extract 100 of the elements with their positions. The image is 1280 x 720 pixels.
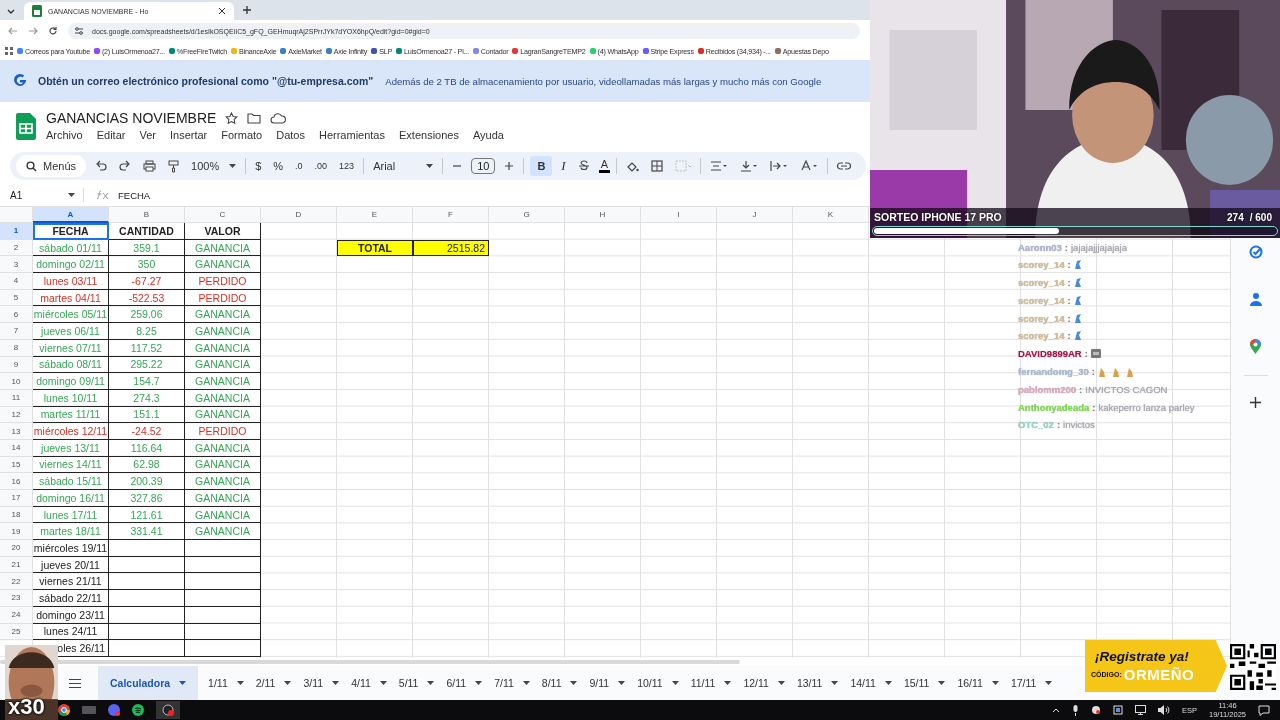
row-header[interactable]: 13: [0, 423, 33, 440]
menu-item[interactable]: Archivo: [40, 128, 89, 142]
sheet-tab[interactable]: 3/11: [297, 666, 346, 700]
sheet-tab[interactable]: 16/11: [951, 666, 1005, 700]
row-header[interactable]: 6: [0, 306, 33, 324]
currency-button[interactable]: $: [252, 158, 265, 174]
menu-item[interactable]: Herramientas: [312, 128, 391, 142]
sheet-tab[interactable]: 17/11: [1004, 666, 1059, 700]
column-header[interactable]: H: [565, 207, 641, 223]
sheet-tab[interactable]: 2/11: [249, 666, 298, 700]
contacts-icon[interactable]: [1249, 292, 1262, 306]
zoom-dropdown[interactable]: 100%: [188, 158, 240, 174]
sheet-tab[interactable]: 11/11: [684, 666, 738, 700]
text-color-button[interactable]: A: [598, 159, 611, 173]
sheet-tab[interactable]: 8/11: [535, 666, 584, 700]
borders-icon[interactable]: [651, 160, 664, 172]
menu-item[interactable]: Editar: [90, 128, 132, 142]
tray-app-icon[interactable]: [1113, 705, 1123, 715]
font-size-field[interactable]: 10: [471, 158, 496, 174]
recorder-icon[interactable]: [156, 701, 180, 719]
row-header[interactable]: 17: [0, 490, 33, 507]
column-header[interactable]: K: [793, 207, 869, 223]
link-icon[interactable]: [837, 162, 852, 170]
menu-item[interactable]: Ayuda: [466, 128, 510, 142]
column-header[interactable]: D: [261, 207, 337, 223]
column-header[interactable]: B: [109, 207, 185, 223]
back-icon[interactable]: [8, 26, 18, 36]
sheet-tab[interactable]: 9/11: [583, 666, 632, 700]
plus-icon[interactable]: [1250, 397, 1261, 408]
column-header[interactable]: J: [717, 207, 793, 223]
sheet-tab[interactable]: 12/11: [737, 666, 791, 700]
paint-format-icon[interactable]: [168, 159, 180, 173]
menu-search-field[interactable]: Menús: [16, 155, 87, 177]
name-box[interactable]: A1: [10, 189, 50, 201]
row-header[interactable]: 10: [0, 373, 33, 390]
music-app-icon[interactable]: [132, 704, 144, 716]
row-header[interactable]: 7: [0, 323, 33, 340]
cloud-icon[interactable]: [270, 112, 287, 124]
italic-button[interactable]: I: [558, 156, 569, 176]
menu-item[interactable]: Datos: [270, 128, 311, 142]
sheets-logo-icon[interactable]: [16, 112, 36, 140]
close-icon[interactable]: [218, 7, 226, 15]
font-dropdown[interactable]: Arial: [370, 158, 437, 174]
forward-icon[interactable]: [28, 26, 38, 36]
sheet-tab[interactable]: 6/11: [440, 666, 489, 700]
map-pin-icon[interactable]: [1250, 339, 1261, 354]
strikethrough-icon[interactable]: [577, 160, 590, 172]
document-title[interactable]: GANANCIAS NOVIEMBRE: [46, 110, 217, 126]
row-header[interactable]: 19: [0, 523, 33, 541]
menu-item[interactable]: Formato: [215, 128, 269, 142]
undo-icon[interactable]: [95, 160, 108, 172]
column-header[interactable]: I: [641, 207, 717, 223]
network-icon[interactable]: [1135, 705, 1146, 715]
column-header[interactable]: F: [413, 207, 489, 223]
site-info-icon[interactable]: [74, 26, 84, 36]
row-header[interactable]: 3: [0, 256, 33, 274]
menu-icon[interactable]: [69, 678, 81, 688]
sheet-tab[interactable]: 14/11: [844, 666, 898, 700]
row-header[interactable]: 22: [0, 573, 33, 591]
scrollbar[interactable]: [0, 660, 740, 664]
sheet-tab[interactable]: 15/11: [897, 666, 952, 700]
caret-icon[interactable]: [68, 193, 75, 197]
row-header[interactable]: 4: [0, 273, 33, 290]
apps-icon[interactable]: [5, 47, 13, 55]
row-header[interactable]: 23: [0, 590, 33, 607]
chat-app-icon[interactable]: [108, 704, 120, 716]
sheet-tab[interactable]: 4/11: [345, 666, 393, 700]
bold-button[interactable]: B: [530, 156, 553, 176]
sheet-tab[interactable]: 10/11: [631, 666, 685, 700]
column-header[interactable]: G: [489, 207, 565, 223]
menu-item[interactable]: Extensiones: [393, 128, 465, 142]
sheet-tab[interactable]: 13/11: [790, 666, 845, 700]
text-wrap-icon[interactable]: [770, 160, 789, 172]
volume-icon[interactable]: [1158, 705, 1170, 715]
tray-app-icon[interactable]: [1091, 705, 1101, 715]
number-format-button[interactable]: 123: [336, 159, 358, 173]
row-header[interactable]: 1: [0, 223, 33, 240]
column-header[interactable]: E: [337, 207, 413, 223]
folder-icon[interactable]: [247, 112, 262, 124]
microphone-icon[interactable]: [1072, 704, 1079, 716]
increase-decimals-button[interactable]: .00: [311, 159, 331, 173]
new-tab-icon[interactable]: [242, 5, 252, 15]
sheet-tab[interactable]: Calculadora: [98, 666, 199, 700]
redo-icon[interactable]: [119, 160, 132, 172]
column-header[interactable]: C: [185, 207, 261, 223]
formula-field[interactable]: FECHA: [118, 189, 151, 201]
star-icon[interactable]: [225, 111, 239, 125]
sheet-tab[interactable]: 1/11: [202, 666, 250, 700]
notification-icon[interactable]: [1258, 704, 1270, 716]
row-header[interactable]: 20: [0, 540, 33, 557]
tasks-icon[interactable]: [1248, 245, 1263, 259]
sheet-tab[interactable]: 7/11: [488, 666, 536, 700]
sheet-tab[interactable]: 5/11: [392, 666, 441, 700]
text-rotation-icon[interactable]: [800, 160, 819, 172]
decrease-decimals-button[interactable]: .0: [292, 159, 306, 173]
chevron-up-icon[interactable]: [1052, 707, 1060, 713]
menu-item[interactable]: Ver: [133, 128, 162, 142]
column-header[interactable]: A: [33, 207, 109, 223]
merge-cells-icon[interactable]: [675, 160, 692, 172]
menu-item[interactable]: Insertar: [163, 128, 214, 142]
